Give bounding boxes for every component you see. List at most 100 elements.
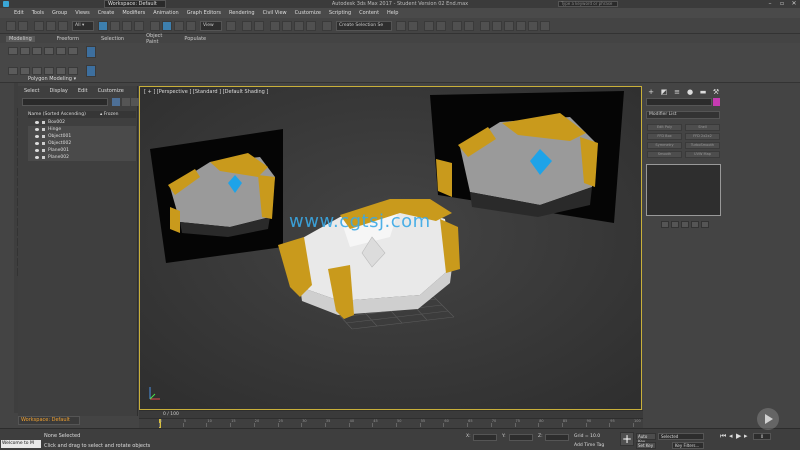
list-item[interactable]: Box002 xyxy=(28,119,136,126)
window-crossing-icon[interactable] xyxy=(134,21,144,31)
list-item[interactable]: Hinge xyxy=(28,126,136,133)
motion-tab-icon[interactable]: ● xyxy=(686,88,694,96)
coord-y-field[interactable] xyxy=(509,434,533,441)
scale-icon[interactable] xyxy=(174,21,184,31)
schematic-view-icon[interactable] xyxy=(464,21,474,31)
menu-scripting[interactable]: Scripting xyxy=(329,10,351,16)
track-bar[interactable]: 0 5 10 15 20 25 30 35 40 45 50 55 60 65 70 75 80 85 90 95 10… xyxy=(139,418,643,429)
menu-animation[interactable]: Animation xyxy=(153,10,179,16)
undo-icon[interactable] xyxy=(6,21,16,31)
tab-modeling[interactable]: Modeling xyxy=(6,35,35,42)
angle-snap-icon[interactable] xyxy=(282,21,292,31)
video-play-icon[interactable] xyxy=(757,408,779,430)
rendered-frame-icon[interactable] xyxy=(504,21,514,31)
region-select-icon[interactable] xyxy=(122,21,132,31)
list-item[interactable]: Plane002 xyxy=(28,154,136,161)
modifier-button[interactable]: Smooth xyxy=(647,151,682,158)
modifier-button[interactable]: Edit Poly xyxy=(647,124,682,131)
se-menu-edit[interactable]: Edit xyxy=(78,88,88,94)
maxscript-listener[interactable]: Welcome to M xyxy=(1,440,41,448)
eye-icon[interactable] xyxy=(35,149,39,152)
rotate-icon[interactable] xyxy=(162,21,172,31)
spinner-snap-icon[interactable] xyxy=(306,21,316,31)
time-slider[interactable]: 0 / 100 xyxy=(139,410,643,418)
render-setup-icon[interactable] xyxy=(492,21,502,31)
go-to-start-icon[interactable]: ⏮ xyxy=(720,432,726,441)
ribbon-tool-icon[interactable] xyxy=(20,47,30,55)
frozen-column-header[interactable]: ▴ Frozen xyxy=(100,111,118,118)
remove-modifier-icon[interactable] xyxy=(691,221,699,228)
tab-populate[interactable]: Populate xyxy=(184,36,206,42)
modifier-button[interactable]: Symmetry xyxy=(647,142,682,149)
eye-icon[interactable] xyxy=(35,142,39,145)
menu-edit[interactable]: Edit xyxy=(14,10,24,16)
tab-selection[interactable]: Selection xyxy=(101,36,124,42)
a360-icon[interactable] xyxy=(540,21,550,31)
set-key-button[interactable]: Set Key xyxy=(636,442,656,449)
modifier-button[interactable]: FFD Box xyxy=(647,133,682,140)
create-tab-icon[interactable]: + xyxy=(647,88,655,96)
maximize-icon[interactable]: ▫ xyxy=(776,0,788,8)
ribbon-tool-icon[interactable] xyxy=(8,67,18,75)
keyboard-shortcut-icon[interactable] xyxy=(254,21,264,31)
modify-tab-icon[interactable]: ◩ xyxy=(660,88,668,96)
eye-icon[interactable] xyxy=(35,121,39,124)
ribbon-tool-icon[interactable] xyxy=(68,67,78,75)
menu-create[interactable]: Create xyxy=(98,10,115,16)
render-icon[interactable] xyxy=(516,21,526,31)
menu-rendering[interactable]: Rendering xyxy=(229,10,255,16)
list-item[interactable]: Object002 xyxy=(28,140,136,147)
auto-key-button[interactable]: Auto Key xyxy=(636,433,656,444)
current-frame-field[interactable]: 0 xyxy=(753,433,771,440)
ribbon-tool-icon[interactable] xyxy=(32,47,42,55)
list-item[interactable]: Plane001 xyxy=(28,147,136,154)
se-menu-display[interactable]: Display xyxy=(49,88,67,94)
ribbon-tool-icon[interactable] xyxy=(56,67,66,75)
eye-icon[interactable] xyxy=(35,156,39,159)
ribbon-tool-icon[interactable] xyxy=(44,67,54,75)
scene-search-input[interactable] xyxy=(22,98,108,106)
ribbon-tool-icon[interactable] xyxy=(44,47,54,55)
key-mode-dropdown[interactable]: Selected xyxy=(658,433,704,440)
close-icon[interactable]: ✕ xyxy=(788,0,800,8)
scene-explorer-icon[interactable] xyxy=(436,21,446,31)
ribbon-tool-icon[interactable] xyxy=(68,47,78,55)
ribbon-tool-icon[interactable] xyxy=(20,67,30,75)
menu-customize[interactable]: Customize xyxy=(295,10,321,16)
ribbon-edit-poly-icon[interactable] xyxy=(86,46,96,58)
object-color-swatch[interactable] xyxy=(713,98,720,106)
eye-icon[interactable] xyxy=(35,128,39,131)
mirror-icon[interactable] xyxy=(396,21,406,31)
modifier-button[interactable]: UVW Map xyxy=(685,151,720,158)
play-icon[interactable]: ▶ xyxy=(736,432,741,440)
link-icon[interactable] xyxy=(34,21,44,31)
select-manipulate-icon[interactable] xyxy=(242,21,252,31)
polygon-modeling-label[interactable]: Polygon Modeling ▾ xyxy=(28,76,76,82)
modifier-button[interactable]: Shell xyxy=(685,124,720,131)
place-icon[interactable] xyxy=(186,21,196,31)
select-object-icon[interactable] xyxy=(98,21,108,31)
layer-icon[interactable] xyxy=(131,98,139,106)
redo-icon[interactable] xyxy=(18,21,28,31)
menu-modifiers[interactable]: Modifiers xyxy=(122,10,145,16)
add-icon[interactable]: + xyxy=(620,432,634,446)
pivot-icon[interactable] xyxy=(226,21,236,31)
configure-modifier-sets-icon[interactable] xyxy=(701,221,709,228)
bottom-workspace-dropdown[interactable]: Workspace: Default xyxy=(18,416,80,425)
material-editor-icon[interactable] xyxy=(480,21,490,31)
funnel-icon[interactable] xyxy=(112,98,120,106)
eye-icon[interactable] xyxy=(35,135,39,138)
hierarchy-tab-icon[interactable]: ≡ xyxy=(673,88,681,96)
name-column-header[interactable]: Name (Sorted Ascending) xyxy=(28,112,86,117)
bind-spacewarp-icon[interactable] xyxy=(58,21,68,31)
curve-editor-icon[interactable] xyxy=(452,21,462,31)
add-time-tag[interactable]: Add Time Tag xyxy=(574,443,604,448)
next-frame-icon[interactable]: ▸ xyxy=(744,432,748,440)
edit-named-sets-icon[interactable] xyxy=(322,21,332,31)
list-item[interactable]: Object001 xyxy=(28,133,136,140)
hierarchy-icon[interactable] xyxy=(122,98,130,106)
se-menu-customize[interactable]: Customize xyxy=(98,88,124,94)
key-filters-button[interactable]: Key Filters... xyxy=(672,442,704,449)
named-selection-dropdown[interactable]: Create Selection Se xyxy=(336,21,392,31)
snap-toggle-icon[interactable] xyxy=(270,21,280,31)
